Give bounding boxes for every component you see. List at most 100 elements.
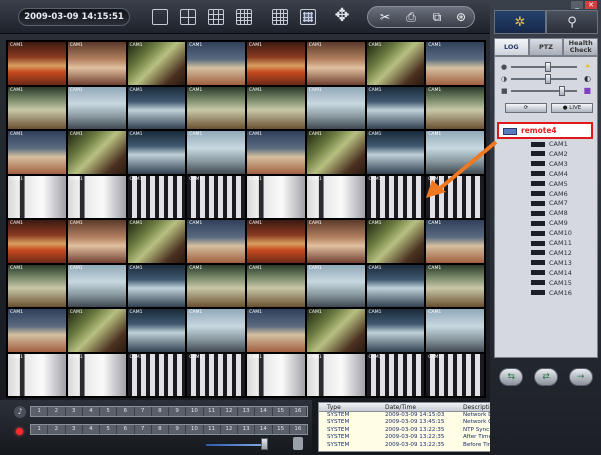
camera-tile[interactable]: CAM1: [306, 42, 365, 85]
tree-camera-item[interactable]: CAM13: [531, 259, 572, 268]
camera-tile[interactable]: CAM1: [426, 220, 484, 263]
camera-tile[interactable]: CAM1: [127, 264, 186, 307]
search-tab[interactable]: ⚲: [546, 10, 598, 34]
camera-tile[interactable]: CAM1: [247, 220, 305, 263]
camera-tile[interactable]: CAM1: [306, 220, 365, 263]
camera-tile[interactable]: CAM1: [306, 131, 365, 174]
camera-tile[interactable]: CAM1: [8, 86, 66, 129]
channel-button[interactable]: 1: [31, 407, 49, 416]
live-button[interactable]: ● LIVE: [551, 103, 593, 113]
channel-button[interactable]: 13: [238, 425, 256, 434]
channel-button[interactable]: 9: [169, 425, 187, 434]
camera-tile[interactable]: CAM1: [306, 353, 365, 396]
tools-icon[interactable]: ✂: [376, 10, 394, 24]
close-button[interactable]: ✕: [585, 1, 597, 9]
next-button[interactable]: →: [568, 368, 593, 386]
channel-button[interactable]: 2: [48, 425, 66, 434]
tree-camera-item[interactable]: CAM10: [531, 229, 572, 238]
channel-button[interactable]: 10: [186, 425, 204, 434]
channel-button[interactable]: 16: [290, 407, 307, 416]
layout-8x8-button[interactable]: [300, 9, 316, 25]
camera-tile[interactable]: CAM1: [306, 175, 365, 218]
col-datetime-header[interactable]: Date/Time: [377, 403, 455, 411]
camera-tile[interactable]: CAM1: [8, 131, 66, 174]
camera-tile[interactable]: CAM1: [8, 42, 66, 85]
volume-slider-thumb[interactable]: [261, 438, 268, 450]
channel-button[interactable]: 13: [238, 407, 256, 416]
camera-tile[interactable]: CAM1: [67, 264, 126, 307]
camera-tile[interactable]: CAM1: [366, 264, 425, 307]
camera-tile[interactable]: CAM1: [187, 131, 245, 174]
camera-tile[interactable]: CAM1: [247, 175, 305, 218]
channel-button[interactable]: 5: [100, 407, 118, 416]
camera-tile[interactable]: CAM1: [127, 42, 186, 85]
camera-tile[interactable]: CAM1: [187, 175, 245, 218]
channel-button[interactable]: 9: [169, 407, 187, 416]
layout-4x4-button[interactable]: [236, 9, 252, 25]
camera-tile[interactable]: CAM1: [127, 220, 186, 263]
channel-button[interactable]: 15: [273, 407, 290, 416]
camera-tile[interactable]: CAM1: [247, 131, 305, 174]
layout-3x3-button[interactable]: [208, 9, 224, 25]
camera-tile[interactable]: CAM1: [127, 309, 186, 352]
channel-button[interactable]: 4: [83, 407, 100, 416]
tree-camera-item[interactable]: CAM14: [531, 269, 572, 278]
camera-tile[interactable]: CAM1: [8, 309, 66, 352]
volume-slider-track[interactable]: [206, 444, 268, 446]
layout-5x5-button[interactable]: [272, 9, 288, 25]
channel-button[interactable]: 7: [135, 425, 152, 434]
color-adjust[interactable]: ■ ■: [501, 86, 591, 96]
channel-button[interactable]: 2: [48, 407, 66, 416]
tree-camera-item[interactable]: CAM12: [531, 249, 572, 258]
channel-button[interactable]: 15: [273, 425, 290, 434]
camera-tile[interactable]: CAM1: [247, 353, 305, 396]
camera-tile[interactable]: CAM1: [67, 86, 126, 129]
tree-camera-item[interactable]: CAM6: [531, 190, 568, 199]
tree-camera-item[interactable]: CAM15: [531, 279, 572, 288]
camera-tile[interactable]: CAM1: [366, 309, 425, 352]
channel-button[interactable]: 4: [83, 425, 100, 434]
camera-tile[interactable]: CAM1: [306, 264, 365, 307]
camera-tile[interactable]: CAM1: [67, 220, 126, 263]
camera-tile[interactable]: CAM1: [187, 86, 245, 129]
tree-root-remote4[interactable]: remote4: [497, 122, 593, 139]
refresh-button[interactable]: ⟳: [505, 103, 547, 113]
camera-tile[interactable]: CAM1: [127, 131, 186, 174]
camera-tile[interactable]: CAM1: [366, 131, 425, 174]
contrast-adjust[interactable]: ◑ ◐: [501, 74, 591, 84]
swap-button[interactable]: ⇄: [533, 368, 558, 386]
camera-tile[interactable]: CAM1: [247, 86, 305, 129]
tree-camera-item[interactable]: CAM4: [531, 170, 568, 179]
channel-button[interactable]: 6: [117, 407, 135, 416]
camera-tile[interactable]: CAM1: [127, 175, 186, 218]
camera-tile[interactable]: CAM1: [366, 42, 425, 85]
tree-camera-item[interactable]: CAM11: [531, 239, 572, 248]
tree-camera-item[interactable]: CAM5: [531, 180, 568, 189]
channel-button[interactable]: 12: [221, 407, 238, 416]
camera-tile[interactable]: CAM1: [127, 353, 186, 396]
window-icon[interactable]: ⧉: [428, 10, 446, 24]
print-icon[interactable]: ⎙: [402, 10, 420, 24]
channel-button[interactable]: 14: [255, 407, 273, 416]
camera-tile[interactable]: CAM1: [306, 309, 365, 352]
record-icon[interactable]: ⊛: [452, 10, 470, 24]
tree-camera-item[interactable]: CAM3: [531, 160, 568, 169]
camera-tile[interactable]: CAM1: [366, 220, 425, 263]
tree-camera-item[interactable]: CAM2: [531, 150, 568, 159]
tab-health-check[interactable]: Health Check: [563, 38, 599, 56]
layout-single-button[interactable]: [152, 9, 168, 25]
tab-ptz[interactable]: PTZ: [528, 38, 564, 56]
camera-tile[interactable]: CAM1: [8, 353, 66, 396]
channel-button[interactable]: 11: [204, 407, 221, 416]
channel-button[interactable]: 16: [290, 425, 307, 434]
camera-tile[interactable]: CAM1: [366, 86, 425, 129]
camera-tile[interactable]: CAM1: [306, 86, 365, 129]
channel-button[interactable]: 7: [135, 407, 152, 416]
channel-button[interactable]: 8: [152, 407, 169, 416]
channel-button[interactable]: 12: [221, 425, 238, 434]
tree-camera-item[interactable]: CAM1: [531, 140, 568, 149]
camera-tile[interactable]: CAM1: [67, 131, 126, 174]
tree-camera-item[interactable]: CAM8: [531, 209, 568, 218]
camera-tile[interactable]: CAM1: [247, 42, 305, 85]
camera-tile[interactable]: CAM1: [187, 220, 245, 263]
